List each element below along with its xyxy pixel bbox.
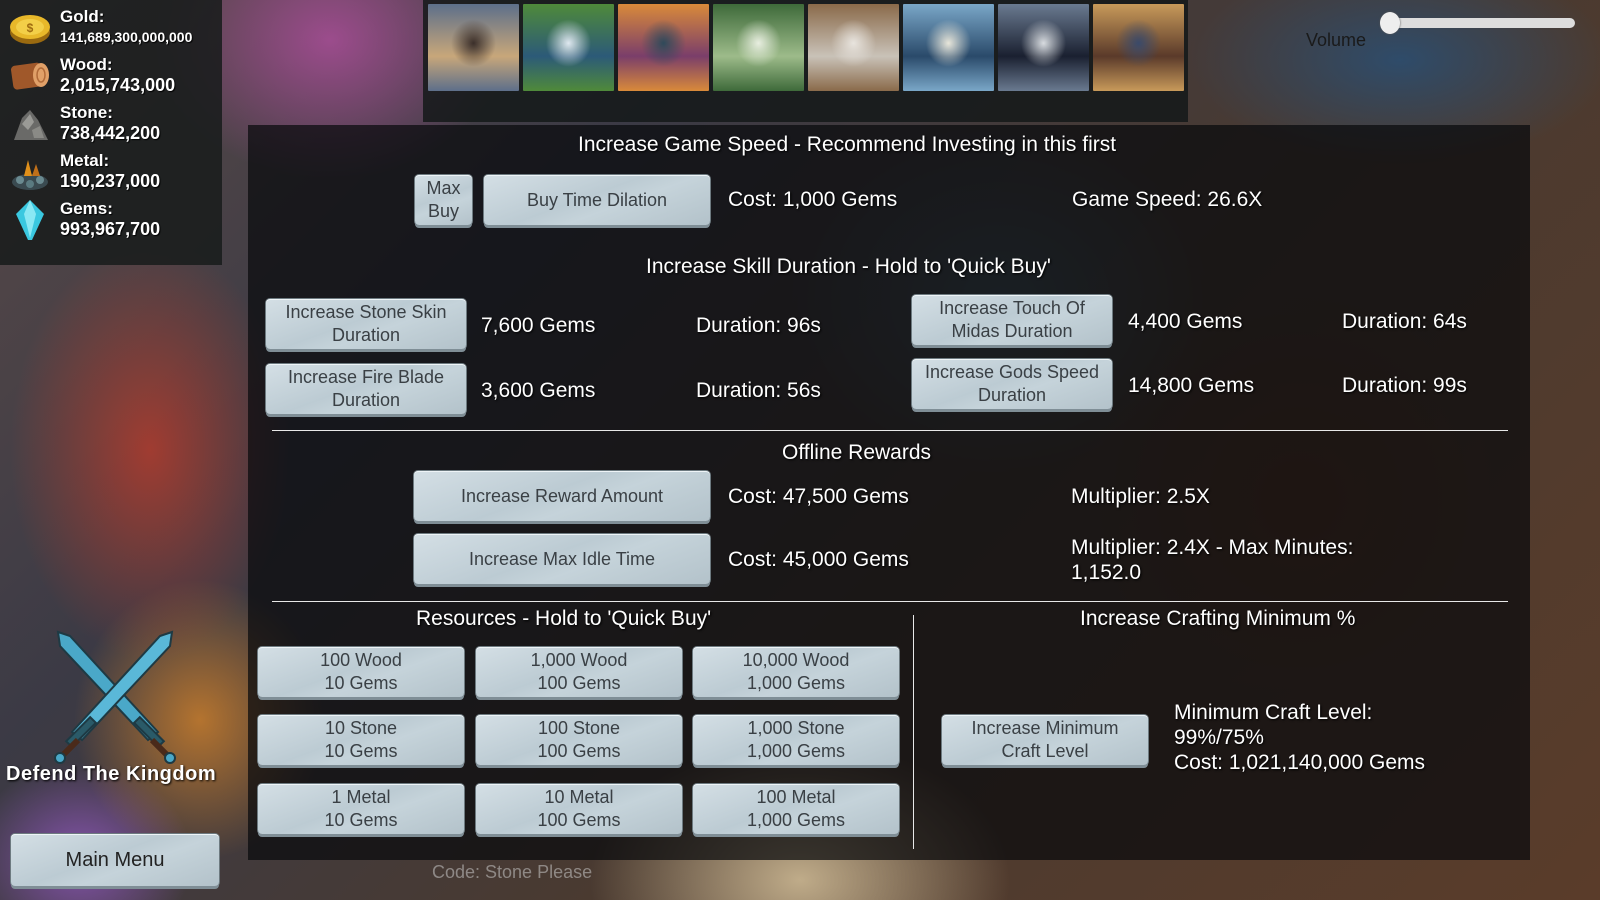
upgrades-panel: Increase Game Speed - Recommend Investin… [248, 125, 1530, 860]
resource-stone: Stone: 738,442,200 [6, 102, 222, 150]
game-title: Defend The Kingdom [6, 763, 217, 785]
buy-10-stone-button[interactable]: 10 Stone 10 Gems [258, 715, 464, 765]
metal-ore-icon [6, 150, 54, 194]
offline-rewards-title: Offline Rewards [782, 441, 932, 464]
max-idle-time-info: Multiplier: 2.4X - Max Minutes: 1,152.0 [1071, 536, 1354, 584]
touch-of-midas-duration: Duration: 64s [1342, 310, 1467, 333]
thumbnail-stone-portal[interactable] [903, 4, 994, 91]
thumbnail-grand-hall[interactable] [1093, 4, 1184, 91]
promo-code-text: Code: Stone Please [432, 862, 593, 882]
column-divider [913, 615, 914, 849]
thumbnail-potion-shop[interactable] [618, 4, 709, 91]
max-buy-button[interactable]: Max Buy [415, 175, 472, 225]
gold-coin-icon: $ [6, 6, 54, 50]
buy-100-stone-button[interactable]: 100 Stone 100 Gems [476, 715, 682, 765]
buy-1000-wood-button[interactable]: 1,000 Wood 100 Gems [476, 647, 682, 697]
volume-label: Volume [1306, 30, 1367, 50]
thumbnail-floating-island[interactable] [523, 4, 614, 91]
main-menu-button[interactable]: Main Menu [11, 834, 219, 886]
thumbnail-monk-library[interactable] [808, 4, 899, 91]
touch-of-midas-cost: 4,400 Gems [1128, 310, 1243, 333]
crossed-swords-logo-icon [54, 630, 176, 764]
svg-text:$: $ [27, 21, 34, 35]
increase-reward-amount-button[interactable]: Increase Reward Amount [414, 471, 710, 521]
buy-10-metal-button[interactable]: 10 Metal 100 Gems [476, 784, 682, 834]
skill-duration-title: Increase Skill Duration - Hold to 'Quick… [646, 255, 1051, 278]
gems-value: 993,967,700 [60, 219, 161, 239]
buy-time-dilation-button[interactable]: Buy Time Dilation [484, 175, 710, 225]
reward-multiplier: Multiplier: 2.5X [1071, 485, 1210, 508]
resource-metal: Metal: 190,237,000 [6, 150, 222, 198]
gem-crystal-icon [6, 198, 54, 242]
max-idle-time-cost: Cost: 45,000 Gems [728, 548, 909, 571]
stone-label: Stone: [60, 103, 113, 122]
resource-panel: $ Gold: 141,689,300,000,000 Wood: 2,015,74… [0, 0, 222, 265]
stone-skin-cost: 7,600 Gems [481, 314, 596, 337]
wood-value: 2,015,743,000 [60, 75, 176, 95]
stone-skin-duration: Duration: 96s [696, 314, 821, 337]
gems-label: Gems: [60, 199, 113, 218]
wood-log-icon [6, 54, 54, 98]
metal-label: Metal: [60, 151, 110, 170]
metal-value: 190,237,000 [60, 171, 161, 191]
fire-blade-cost: 3,600 Gems [481, 379, 596, 402]
game-speed-title: Increase Game Speed - Recommend Investin… [578, 133, 1117, 156]
stone-pile-icon [6, 102, 54, 146]
reward-amount-cost: Cost: 47,500 Gems [728, 485, 909, 508]
gods-speed-cost: 14,800 Gems [1128, 374, 1255, 397]
stone-value: 738,442,200 [60, 123, 161, 143]
fire-blade-duration: Duration: 56s [696, 379, 821, 402]
increase-minimum-craft-level-button[interactable]: Increase Minimum Craft Level [942, 715, 1148, 765]
increase-max-idle-time-button[interactable]: Increase Max Idle Time [414, 534, 710, 584]
thumbnail-cat-potion-room[interactable] [998, 4, 1089, 91]
increase-gods-speed-button[interactable]: Increase Gods Speed Duration [912, 359, 1112, 409]
increase-fire-blade-button[interactable]: Increase Fire Blade Duration [266, 364, 466, 414]
increase-touch-of-midas-button[interactable]: Increase Touch Of Midas Duration [912, 295, 1112, 345]
thumbnail-forest-training-dummy[interactable] [713, 4, 804, 91]
gold-value: 141,689,300,000,000 [60, 29, 193, 45]
gods-speed-duration: Duration: 99s [1342, 374, 1467, 397]
section-divider [272, 601, 1508, 602]
buy-100-wood-button[interactable]: 100 Wood 10 Gems [258, 647, 464, 697]
thumbnail-library-book[interactable] [428, 4, 519, 91]
time-dilation-cost: Cost: 1,000 Gems [728, 188, 898, 211]
volume-slider[interactable] [1380, 12, 1575, 34]
resource-shop-title: Resources - Hold to 'Quick Buy' [416, 607, 712, 630]
buy-10000-wood-button[interactable]: 10,000 Wood 1,000 Gems [693, 647, 899, 697]
buy-1000-stone-button[interactable]: 1,000 Stone 1,000 Gems [693, 715, 899, 765]
resource-gems: Gems: 993,967,700 [6, 198, 222, 246]
section-divider [272, 430, 1508, 431]
resource-wood: Wood: 2,015,743,000 [6, 54, 222, 102]
increase-stone-skin-button[interactable]: Increase Stone Skin Duration [266, 299, 466, 349]
wood-label: Wood: [60, 55, 113, 74]
crafting-info: Minimum Craft Level: 99%/75% Cost: 1,021… [1174, 701, 1425, 774]
scene-thumbnail-strip [423, 0, 1188, 122]
buy-1-metal-button[interactable]: 1 Metal 10 Gems [258, 784, 464, 834]
crafting-title: Increase Crafting Minimum % [1080, 607, 1356, 630]
game-speed-value: Game Speed: 26.6X [1072, 188, 1263, 211]
gold-label: Gold: [60, 7, 105, 26]
buy-100-metal-button[interactable]: 100 Metal 1,000 Gems [693, 784, 899, 834]
resource-gold: $ Gold: 141,689,300,000,000 [6, 6, 222, 54]
volume-slider-handle[interactable] [1380, 12, 1400, 34]
